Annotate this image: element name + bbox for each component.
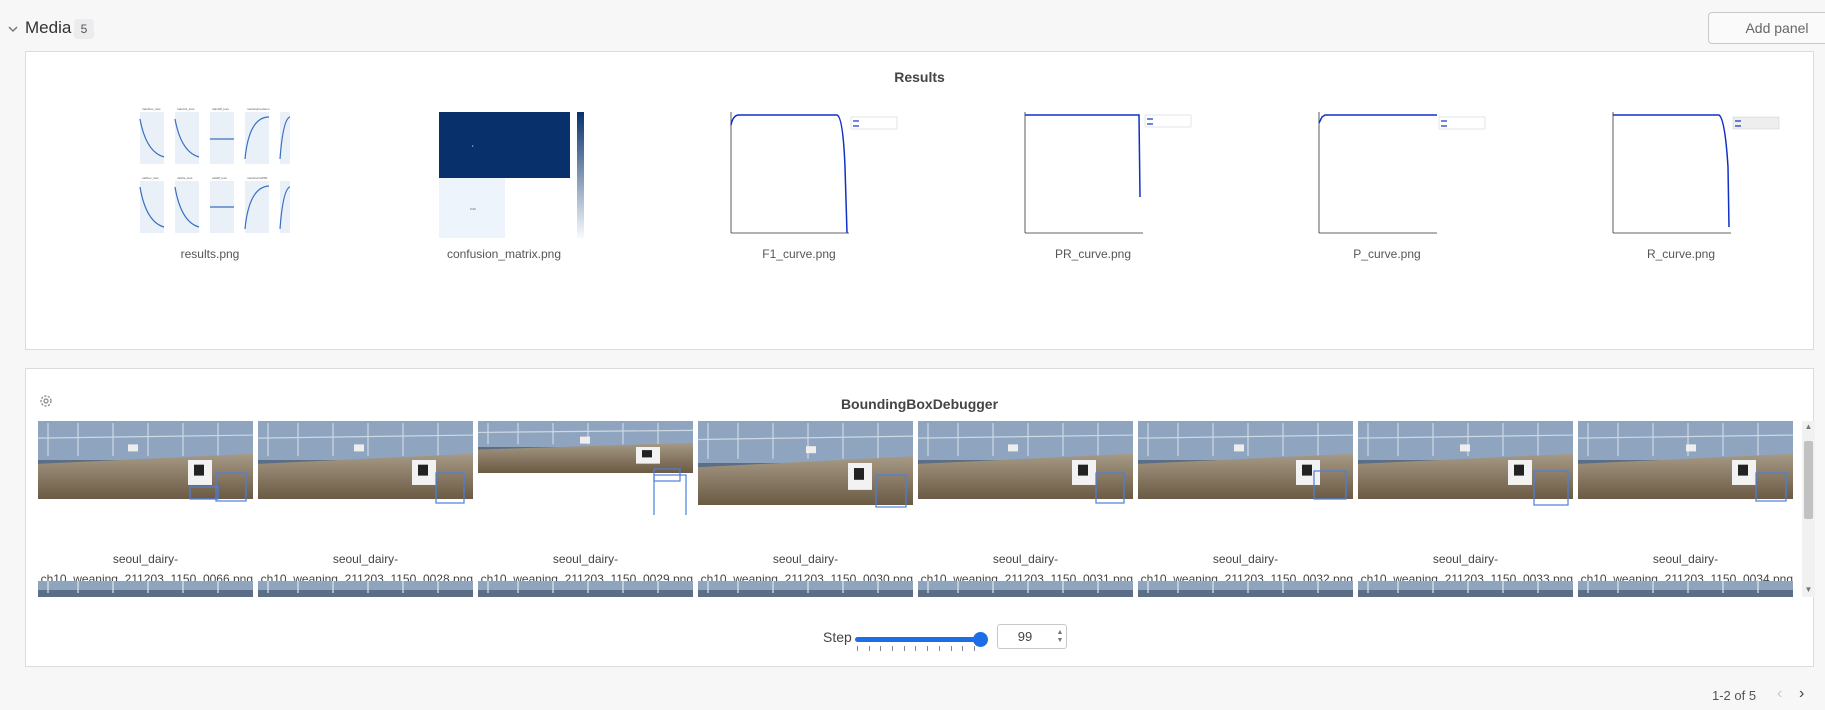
media-section-header: Media 5 Add panel [0, 0, 1825, 56]
step-label: Step [823, 629, 852, 645]
cattle-barn-image[interactable] [1578, 421, 1793, 515]
cattle-barn-image[interactable] [38, 421, 253, 515]
cattle-barn-image[interactable] [478, 421, 693, 515]
cattle-barn-image[interactable] [258, 581, 473, 597]
svg-text:0.00: 0.00 [470, 207, 476, 211]
scroll-up-icon[interactable]: ▲ [1804, 422, 1813, 432]
cattle-barn-image[interactable] [1138, 421, 1353, 515]
result-media-item[interactable]: F1_curve.png [709, 107, 898, 261]
media-caption-line1: seoul_dairy- [772, 552, 839, 566]
bbox-media-item[interactable]: seoul_dairy-cattle_ch10_weaning_211203_1… [918, 421, 1133, 586]
slider-knob[interactable] [973, 632, 988, 647]
svg-text:metrics/precision: metrics/precision [247, 107, 270, 111]
chevron-right-icon[interactable]: › [1799, 685, 1813, 702]
panel-count-badge: 5 [74, 19, 94, 39]
media-caption: results.png [180, 247, 240, 261]
add-panel-button[interactable]: Add panel [1708, 12, 1825, 44]
svg-text:metrics/mAP50: metrics/mAP50 [247, 176, 268, 180]
panel-title: BoundingBoxDebugger [840, 396, 999, 412]
svg-text:val/cls_loss: val/cls_loss [177, 176, 193, 180]
result-media-item[interactable]: train/box_loss train/cls_loss train/dfl_lo… [120, 107, 300, 261]
confusion-matrix-image[interactable]: 1 0.00 [424, 107, 584, 240]
svg-text:train/cls_loss: train/cls_loss [177, 107, 195, 111]
svg-text:val/box_loss: val/box_loss [142, 176, 159, 180]
cattle-barn-image[interactable] [698, 421, 913, 515]
cattle-barn-image[interactable] [1138, 581, 1353, 597]
media-caption-line1: seoul_dairy- [332, 552, 399, 566]
section-title[interactable]: Media [25, 18, 71, 38]
bbox-media-item[interactable]: seoul_dairy-cattle_ch10_weaning_211203_1… [1578, 421, 1793, 586]
svg-text:val/dfl_loss: val/dfl_loss [212, 176, 227, 180]
vertical-scrollbar[interactable]: ▲ ▼ [1802, 421, 1815, 597]
media-caption: P_curve.png [1353, 247, 1421, 261]
pr-curve-image[interactable] [1013, 107, 1192, 240]
panel-title: Results [894, 69, 945, 85]
media-caption-line1: seoul_dairy- [1212, 552, 1279, 566]
result-media-item[interactable]: P_curve.png [1297, 107, 1486, 261]
slider-track [855, 637, 979, 642]
step-spinner-icon[interactable]: ▲ ▼ [1055, 629, 1065, 645]
media-caption-line1: seoul_dairy- [992, 552, 1059, 566]
media-caption-line1: seoul_dairy- [1652, 552, 1719, 566]
media-caption: R_curve.png [1646, 247, 1716, 261]
media-caption-line1: seoul_dairy- [1432, 552, 1499, 566]
chevron-down-icon[interactable] [6, 22, 20, 36]
bounding-box-debugger-panel: BoundingBoxDebugger seoul_dairy-cattle_c… [25, 368, 1815, 667]
bbox-media-item[interactable]: seoul_dairy-cattle_ch10_weaning_211203_1… [1358, 421, 1573, 586]
cattle-barn-image[interactable] [1578, 581, 1793, 597]
result-media-item[interactable]: 1 0.00 confusion_matrix.png [414, 107, 594, 261]
result-media-item[interactable]: PR_curve.png [1003, 107, 1192, 261]
cattle-barn-image[interactable] [1358, 581, 1573, 597]
cattle-barn-image[interactable] [1358, 421, 1573, 515]
media-caption: PR_curve.png [1054, 247, 1132, 261]
bbox-media-item[interactable]: seoul_dairy-cattle_ch10_weaning_211203_1… [258, 421, 473, 586]
slider-ticks [857, 646, 975, 652]
cattle-barn-image[interactable] [918, 581, 1133, 597]
results-panel: Results train/box_loss train/cls_loss trai… [25, 51, 1814, 350]
bbox-media-item[interactable]: seoul_dairy-cattle_ch10_weaning_211203_1… [1138, 421, 1353, 586]
step-slider[interactable] [855, 632, 988, 651]
pagination-text: 1-2 of 5 [1712, 688, 1757, 703]
scrollbar-thumb[interactable] [1804, 441, 1813, 519]
svg-text:train/dfl_loss: train/dfl_loss [212, 107, 229, 111]
result-media-item[interactable]: R_curve.png [1591, 107, 1780, 261]
cattle-barn-image[interactable] [258, 421, 473, 515]
media-caption: confusion_matrix.png [446, 247, 562, 261]
cattle-barn-image[interactable] [38, 581, 253, 597]
p-curve-image[interactable] [1307, 107, 1486, 240]
svg-text:train/box_loss: train/box_loss [142, 107, 161, 111]
cattle-barn-image[interactable] [698, 581, 913, 597]
bbox-image-grid[interactable]: seoul_dairy-cattle_ch10_weaning_211203_1… [38, 421, 1813, 597]
bbox-media-item[interactable]: seoul_dairy-cattle_ch10_weaning_211203_1… [698, 421, 913, 586]
chevron-left-icon[interactable]: ‹ [1777, 685, 1791, 702]
cattle-barn-image[interactable] [918, 421, 1133, 515]
f1-curve-image[interactable] [719, 107, 898, 240]
scroll-down-icon[interactable]: ▼ [1804, 585, 1813, 595]
media-caption-line1: seoul_dairy- [552, 552, 619, 566]
bbox-media-item[interactable]: seoul_dairy-cattle_ch10_weaning_211203_1… [38, 421, 253, 586]
r-curve-image[interactable] [1601, 107, 1780, 240]
media-caption-line1: seoul_dairy- [112, 552, 179, 566]
bbox-media-item[interactable]: seoul_dairy-cattle_ch10_weaning_211203_1… [478, 421, 693, 586]
media-caption: F1_curve.png [762, 247, 836, 261]
cattle-barn-image[interactable] [478, 581, 693, 597]
results-image[interactable]: train/box_loss train/cls_loss train/dfl_lo… [130, 107, 291, 240]
